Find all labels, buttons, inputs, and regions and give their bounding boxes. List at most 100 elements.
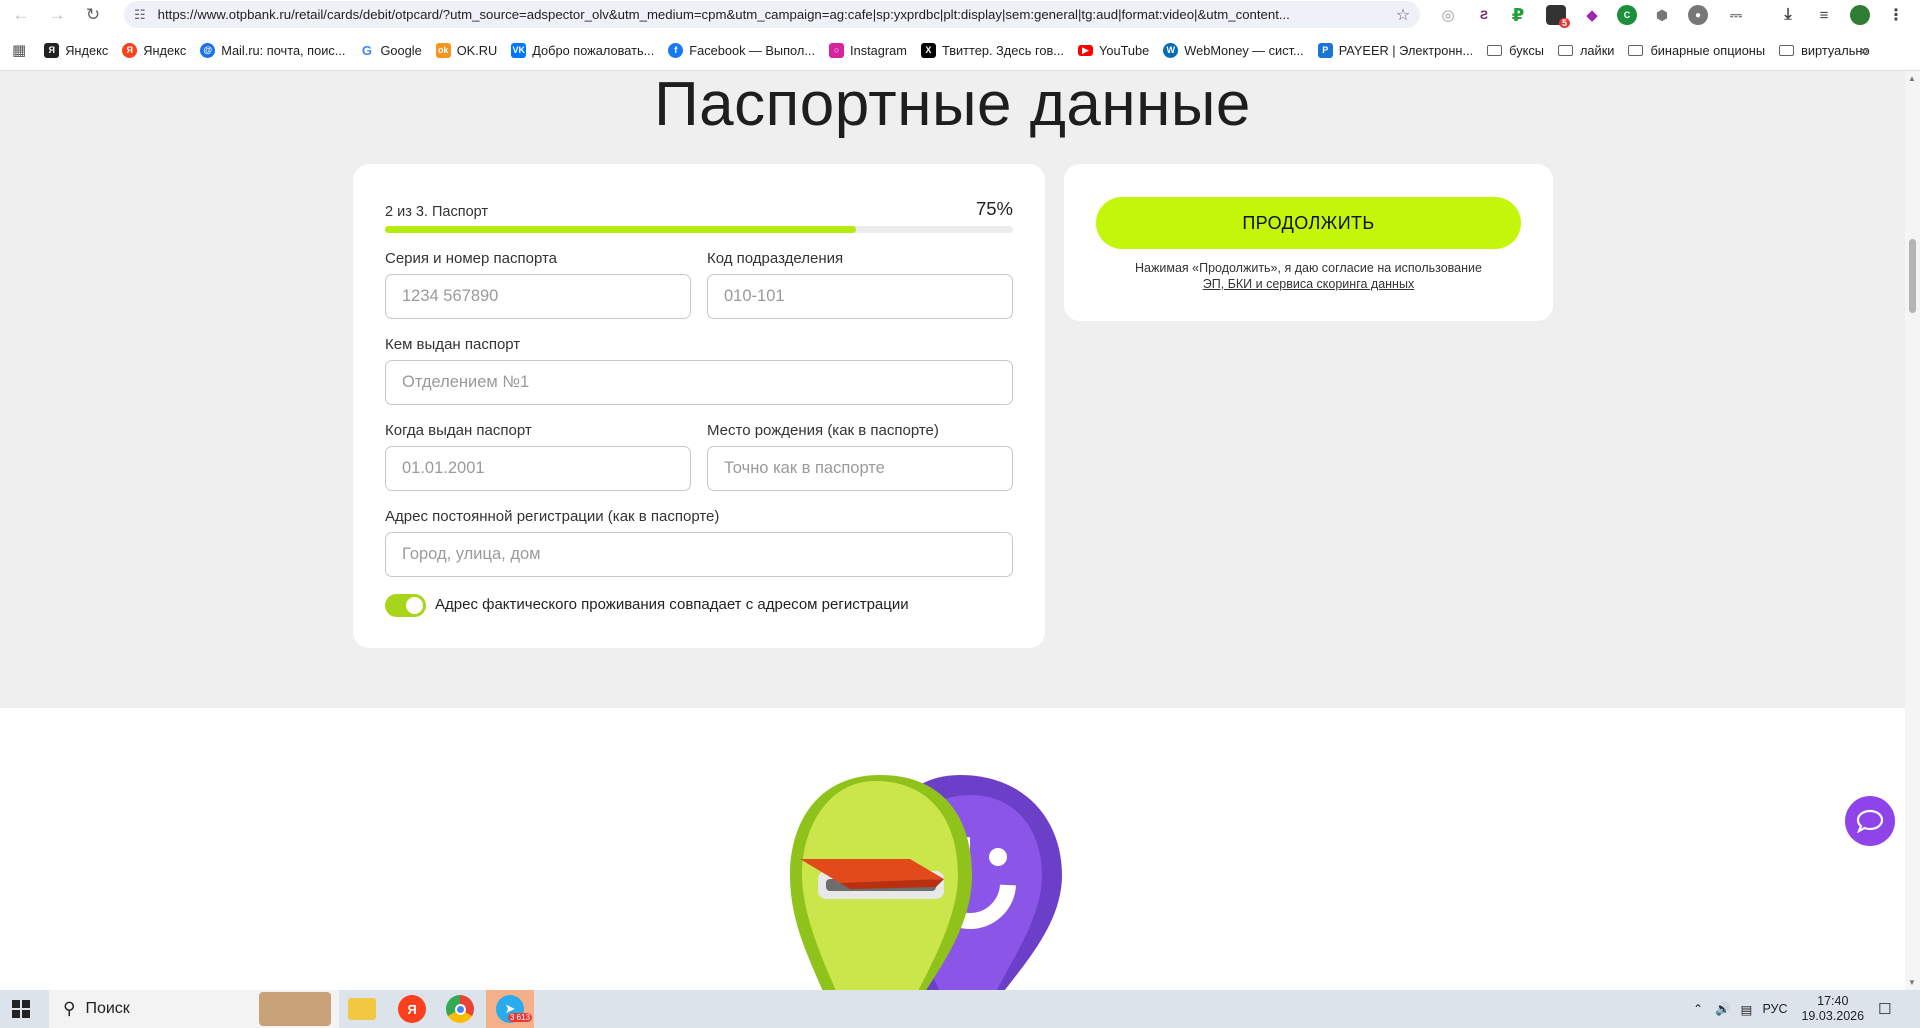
series-label: Серия и номер паспорта <box>385 250 558 267</box>
apps-icon[interactable]: ▦ <box>12 41 26 59</box>
bookmark-google[interactable]: G Google <box>359 42 422 58</box>
x-icon: X <box>920 42 936 58</box>
birthplace-label: Место рождения (как в паспорте) <box>707 422 939 439</box>
yandex-browser-icon[interactable]: Я <box>398 995 426 1023</box>
cube-extension-icon[interactable]: ⬢ <box>1652 5 1672 25</box>
bookmark-folder-layki[interactable]: лайки <box>1557 42 1615 58</box>
bookmark-youtube[interactable]: ▶ YouTube <box>1077 43 1149 58</box>
consent-statement: Нажимая «Продолжить», я даю согласие на … <box>1135 261 1482 275</box>
bookmark-webmoney[interactable]: W WebMoney — сист... <box>1163 42 1304 58</box>
url-text[interactable]: https://www.otpbank.ru/retail/cards/debi… <box>158 7 1386 22</box>
volume-icon[interactable]: 🔊 <box>1715 1002 1731 1017</box>
bookmark-label: Instagram <box>850 42 907 58</box>
telegram-badge: 3 613 <box>508 1013 533 1022</box>
continue-button[interactable]: ПРОДОЛЖИТЬ <box>1096 197 1521 249</box>
chat-bubble-icon <box>1856 809 1884 833</box>
passport-series-input[interactable] <box>385 274 691 319</box>
chrome-icon[interactable] <box>446 995 474 1023</box>
forward-icon[interactable]: → <box>40 0 74 30</box>
file-explorer-icon[interactable] <box>348 998 376 1020</box>
language-indicator[interactable]: РУС <box>1762 1002 1787 1016</box>
page-scrollbar[interactable]: ▲ ▼ <box>1905 71 1920 990</box>
alien-extension-icon[interactable]: ● <box>1688 5 1708 25</box>
bookmark-label: Google <box>380 42 422 58</box>
division-code-input[interactable] <box>707 274 1013 319</box>
payeer-icon: P <box>1317 42 1333 58</box>
scrollbar-thumb[interactable] <box>1909 239 1916 313</box>
puzzle-extensions-icon[interactable]: ⎓ <box>1726 5 1746 25</box>
same-address-label: Адрес фактического проживания совпадает … <box>435 596 909 613</box>
bookmark-payeer[interactable]: P PAYEER | Электронн... <box>1317 42 1474 58</box>
bookmark-label: Твиттер. Здесь гов... <box>941 42 1064 58</box>
clock[interactable]: 17:40 19.03.2026 <box>1801 994 1864 1024</box>
taskbar-search[interactable]: ⚲ Поиск <box>49 990 339 1028</box>
page-title: Паспортные данные <box>654 71 1251 139</box>
scroll-down-icon[interactable]: ▼ <box>1908 978 1916 987</box>
issued-by-input[interactable] <box>385 360 1013 405</box>
continue-card: ПРОДОЛЖИТЬ Нажимая «Продолжить», я даю с… <box>1064 164 1553 321</box>
scroll-up-icon[interactable]: ▲ <box>1908 74 1916 83</box>
search-icon: ⚲ <box>63 999 76 1018</box>
reload-icon[interactable]: ↻ <box>76 0 110 30</box>
bookmark-yandex-1[interactable]: Я Яндекс <box>44 42 108 58</box>
bookmark-label: лайки <box>1579 42 1615 58</box>
bookmark-label: буксы <box>1509 42 1544 58</box>
more-bookmarks-button[interactable]: » <box>1860 42 1868 59</box>
system-tray: ⌃ 🔊 ▤ РУС 17:40 19.03.2026 ☐ <box>1693 990 1892 1028</box>
bookmark-label: Facebook — Выпол... <box>689 42 816 58</box>
network-icon[interactable]: ▤ <box>1741 1002 1753 1017</box>
windows-start-icon[interactable] <box>12 1000 30 1018</box>
progress-bar <box>385 226 1013 233</box>
bookmark-instagram[interactable]: ○ Instagram <box>829 42 907 58</box>
tray-expand-icon[interactable]: ⌃ <box>1693 1002 1703 1016</box>
address-input[interactable] <box>385 532 1013 577</box>
bookmark-label: PAYEER | Электронн... <box>1338 42 1474 58</box>
progress-fill <box>385 226 856 233</box>
promo-section <box>0 708 1905 990</box>
chat-button[interactable] <box>1845 796 1895 846</box>
telegram-taskbar-item[interactable]: ➤ 3 613 <box>486 990 534 1028</box>
google-icon: G <box>359 42 375 58</box>
bookmark-yandex-2[interactable]: Я Яндекс <box>122 42 186 58</box>
se-extension-icon[interactable]: Ƨ <box>1474 5 1494 25</box>
diamond-extension-icon[interactable]: ◆ <box>1582 5 1602 25</box>
issued-date-input[interactable] <box>385 446 691 491</box>
bookmark-okru[interactable]: ok OK.RU <box>435 42 498 58</box>
yandex-dark-icon: Я <box>44 42 60 58</box>
search-label: Поиск <box>85 1000 130 1017</box>
bookmark-facebook[interactable]: f Facebook — Выпол... <box>668 42 816 58</box>
profile-avatar[interactable] <box>1850 5 1870 25</box>
bookmark-folder-virtual[interactable]: виртуально <box>1779 43 1870 58</box>
bookmark-label: OK.RU <box>456 42 498 58</box>
ruble-extension-icon[interactable]: ₽ <box>1508 5 1528 25</box>
bookmark-folder-binary[interactable]: бинарные опционы <box>1628 43 1765 58</box>
progress-percent: 75% <box>975 198 1013 219</box>
address-bar[interactable]: ☷ https://www.otpbank.ru/retail/cards/de… <box>124 1 1420 28</box>
webmoney-icon: W <box>1163 42 1179 58</box>
bookmark-label: Добро пожаловать... <box>532 42 655 58</box>
bookmarks-bar: ▦ Я Яндекс Я Яндекс @ Mail.ru: почта, поис.… <box>0 30 1920 71</box>
gc-extension-icon[interactable]: C <box>1617 5 1637 25</box>
site-info-icon[interactable]: ☷ <box>134 7 146 23</box>
globe-extension-icon[interactable]: ◎ <box>1438 5 1458 25</box>
notifications-icon[interactable]: ☐ <box>1878 1000 1891 1018</box>
bookmark-mailru[interactable]: @ Mail.ru: почта, поис... <box>200 42 345 58</box>
consent-link[interactable]: ЭП, БКИ и сервиса скоринга данных <box>1064 276 1553 292</box>
folder-icon <box>1487 44 1503 56</box>
yandex-red-icon: Я <box>122 42 138 58</box>
birthplace-input[interactable] <box>707 446 1013 491</box>
back-icon[interactable]: ← <box>4 0 38 30</box>
download-icon[interactable]: ⤓ <box>1778 5 1798 25</box>
passport-form-card: 2 из 3. Паспорт 75% Серия и номер паспор… <box>353 164 1045 648</box>
issued-date-label: Когда выдан паспорт <box>385 422 532 439</box>
reading-list-icon[interactable]: ≡ <box>1814 5 1834 25</box>
bookmark-folder-buksy[interactable]: буксы <box>1487 43 1544 58</box>
bookmark-twitter[interactable]: X Твиттер. Здесь гов... <box>920 42 1064 58</box>
same-address-toggle[interactable] <box>385 594 426 617</box>
bookmark-star-icon[interactable]: ☆ <box>1386 5 1420 25</box>
menu-icon[interactable]: ⋮ <box>1886 5 1906 25</box>
notes-extension-icon[interactable]: 5 <box>1546 5 1570 28</box>
bookmark-vk[interactable]: VK Добро пожаловать... <box>511 42 655 58</box>
form-section: Паспортные данные 2 из 3. Паспорт 75% Се… <box>0 71 1905 708</box>
extension-badge: 5 <box>1558 18 1570 28</box>
